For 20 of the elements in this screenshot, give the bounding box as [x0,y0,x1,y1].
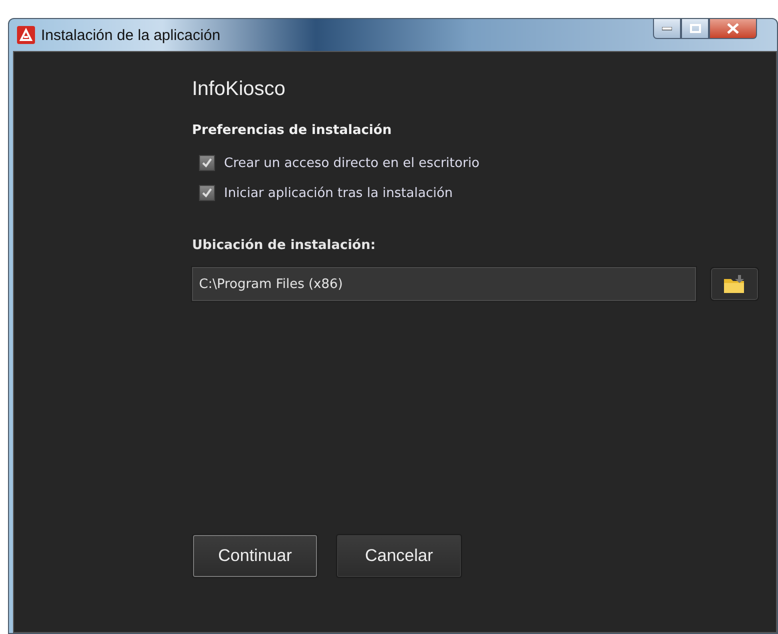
location-label: Ubicación de instalación: [192,238,377,253]
checkbox[interactable] [199,185,215,201]
checkbox-label: Iniciar aplicación tras la instalación [224,186,453,200]
close-button[interactable] [709,19,757,39]
app-logo-icon [17,26,35,44]
maximize-icon [690,24,700,33]
browse-button[interactable] [710,267,759,301]
cancel-button[interactable]: Cancelar [336,534,462,578]
minimize-icon [662,26,672,30]
continue-button[interactable]: Continuar [192,534,318,578]
checkbox[interactable] [199,155,215,171]
maximize-button[interactable] [681,19,709,39]
folder-icon [722,274,746,294]
section-heading: Preferencias de instalación [192,123,393,138]
app-name: InfoKiosco [192,78,286,101]
window-title: Instalación de la aplicación [41,26,222,44]
minimize-button[interactable] [653,19,681,39]
close-icon [727,23,739,34]
location-field[interactable]: C:\Program Files (x86) [192,267,696,301]
checkbox-label: Crear un acceso directo en el escritorio [224,156,480,170]
